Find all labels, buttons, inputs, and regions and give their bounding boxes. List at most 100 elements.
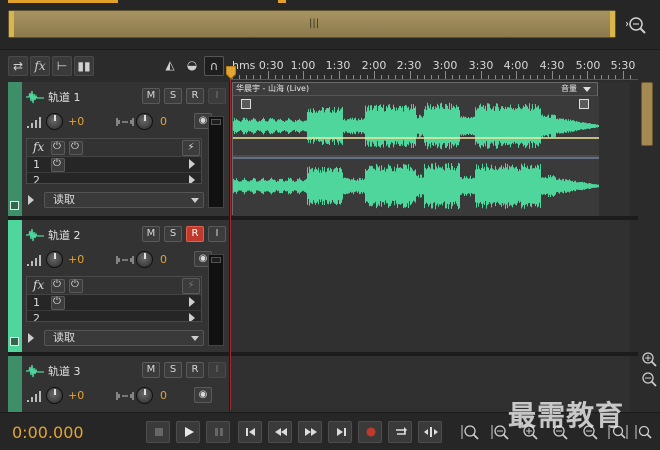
time-ruler[interactable]: hms 0:30 1:00 1:30 2:00 2:30 3:00 3:30 4… — [230, 56, 638, 80]
track-1-fx-prefader-button[interactable] — [69, 141, 83, 155]
ruler-tick — [437, 75, 439, 79]
track-1-fx-slot-1[interactable]: 1 — [27, 157, 201, 173]
slot-power-button[interactable] — [51, 158, 65, 172]
track-3-record-button[interactable]: R — [186, 362, 204, 378]
track-3-solo-button[interactable]: S — [164, 362, 182, 378]
overview-right-handle[interactable] — [610, 11, 615, 37]
track-2-record-button[interactable]: R — [186, 226, 204, 242]
zoom-in-amplitude-icon[interactable] — [460, 423, 480, 441]
track-1-select-checkbox[interactable] — [10, 201, 19, 210]
headphones-icon[interactable]: ∩ — [204, 56, 224, 76]
pause-icon — [215, 428, 223, 436]
loop-playback-button[interactable] — [388, 421, 412, 443]
audio-clip[interactable]: 华晨宇 - 山海 (Live) 音量 — [232, 82, 599, 216]
automation-expand-icon[interactable] — [28, 333, 34, 343]
play-button[interactable] — [176, 421, 200, 443]
track-1-volume-knob[interactable] — [46, 113, 63, 130]
track-1-color-strip[interactable] — [8, 82, 22, 216]
overview-left-handle[interactable] — [9, 11, 14, 37]
track-2-color-strip[interactable] — [8, 220, 22, 352]
track-2-mute-button[interactable]: M — [142, 226, 160, 242]
ruler-tick — [359, 75, 361, 79]
track-2-input-monitor-button[interactable]: I — [208, 226, 226, 242]
track-2-pan-knob[interactable] — [136, 251, 153, 268]
slot-arrow-icon[interactable] — [189, 313, 195, 321]
fade-out-handle[interactable] — [579, 99, 589, 109]
track-3-pan-knob[interactable] — [136, 387, 153, 404]
automation-expand-icon[interactable] — [28, 195, 34, 205]
overview-scroll-thumb[interactable]: ||| — [8, 10, 616, 38]
playhead-marker-icon[interactable] — [226, 66, 236, 80]
track-1-fx-power-button[interactable] — [51, 141, 65, 155]
track-2-fx-slot-2[interactable]: 2 — [27, 311, 201, 321]
ruler-tick — [587, 71, 588, 79]
go-to-end-button[interactable] — [328, 421, 352, 443]
watermark-text: 最需教育 — [508, 399, 625, 432]
track-3-volume-knob[interactable] — [46, 387, 63, 404]
track-1-input-monitor-button[interactable]: I — [208, 88, 226, 104]
track-1-volume-value[interactable]: +0 — [68, 115, 84, 128]
track-2-solo-button[interactable]: S — [164, 226, 182, 242]
track-3-name[interactable]: 轨道 3 — [48, 363, 81, 379]
zoom-out-vertical-icon[interactable] — [640, 370, 658, 388]
clip-volume-label[interactable]: 音量 — [561, 83, 577, 94]
rewind-icon — [275, 428, 287, 436]
track-2-fx-prefader-button[interactable] — [69, 279, 83, 293]
skip-selection-button[interactable] — [418, 421, 442, 443]
waveform[interactable] — [233, 96, 599, 216]
slot-arrow-icon[interactable] — [189, 159, 195, 169]
stop-button[interactable] — [146, 421, 170, 443]
track-1-pan-value[interactable]: 0 — [160, 115, 167, 128]
slot-arrow-icon[interactable] — [189, 297, 195, 307]
effects-toggle-button[interactable]: fx — [30, 56, 50, 76]
track-1-record-button[interactable]: R — [186, 88, 204, 104]
zoom-in-vertical-icon[interactable] — [640, 350, 658, 368]
sends-toggle-button[interactable]: ⊢ — [52, 56, 72, 76]
metronome-icon[interactable]: ◭ — [160, 56, 180, 76]
pan-icon — [116, 256, 134, 264]
record-button[interactable] — [358, 421, 382, 443]
zoom-to-playhead-icon[interactable] — [634, 423, 654, 441]
fade-in-handle[interactable] — [241, 99, 251, 109]
track-1-fx-slot-2[interactable]: 2 — [27, 173, 201, 183]
fast-forward-button[interactable] — [298, 421, 322, 443]
track-2-fx-power-button[interactable] — [51, 279, 65, 293]
track-2-name[interactable]: 轨道 2 — [48, 227, 81, 243]
eq-toggle-button[interactable]: ▮▮ — [74, 56, 94, 76]
vertical-scroll-thumb[interactable] — [641, 82, 653, 146]
track-2-volume-knob[interactable] — [46, 251, 63, 268]
slot-power-button[interactable] — [51, 296, 65, 310]
ruler-tick — [331, 75, 333, 79]
pause-button[interactable] — [206, 421, 230, 443]
rewind-button[interactable] — [268, 421, 292, 443]
track-2-fx-slot-1[interactable]: 1 — [27, 295, 201, 311]
zoom-out-amplitude-icon[interactable] — [490, 423, 510, 441]
track-3-pan-value[interactable]: 0 — [160, 389, 167, 402]
track-3-mute-button[interactable]: M — [142, 362, 160, 378]
track-2-select-checkbox[interactable] — [10, 337, 19, 346]
timer-record-icon[interactable]: ◒ — [182, 56, 202, 76]
track-1-name[interactable]: 轨道 1 — [48, 89, 81, 105]
track-3-color-strip[interactable] — [8, 356, 22, 412]
track-3-volume-value[interactable]: +0 — [68, 389, 84, 402]
track-1-mute-button[interactable]: M — [142, 88, 160, 104]
track-1-fx-bypass-button[interactable]: ⚡ — [182, 140, 200, 156]
track-1-pan-knob[interactable] — [136, 113, 153, 130]
chevron-down-icon[interactable] — [583, 87, 591, 92]
ruler-tick — [579, 75, 581, 79]
track-1-solo-button[interactable]: S — [164, 88, 182, 104]
io-toggle-button[interactable]: ⇄ — [8, 56, 28, 76]
track-2-automation-mode-select[interactable]: 读取 — [44, 330, 204, 346]
track-3-output-button[interactable]: ◉ — [194, 387, 212, 403]
current-time-display[interactable]: 0:00.000 — [12, 423, 84, 442]
go-to-start-button[interactable] — [238, 421, 262, 443]
vertical-scrollbar[interactable] — [638, 80, 660, 410]
ruler-tick — [246, 75, 248, 79]
track-1-automation-mode-select[interactable]: 读取 — [44, 192, 204, 208]
slot-arrow-icon[interactable] — [189, 175, 195, 183]
track-2-volume-value[interactable]: +0 — [68, 253, 84, 266]
track-3-input-monitor-button[interactable]: I — [208, 362, 226, 378]
track-2-fx-bypass-button[interactable]: ⚡ — [182, 278, 200, 294]
track-2-pan-value[interactable]: 0 — [160, 253, 167, 266]
zoom-fit-icon[interactable] — [626, 14, 648, 36]
